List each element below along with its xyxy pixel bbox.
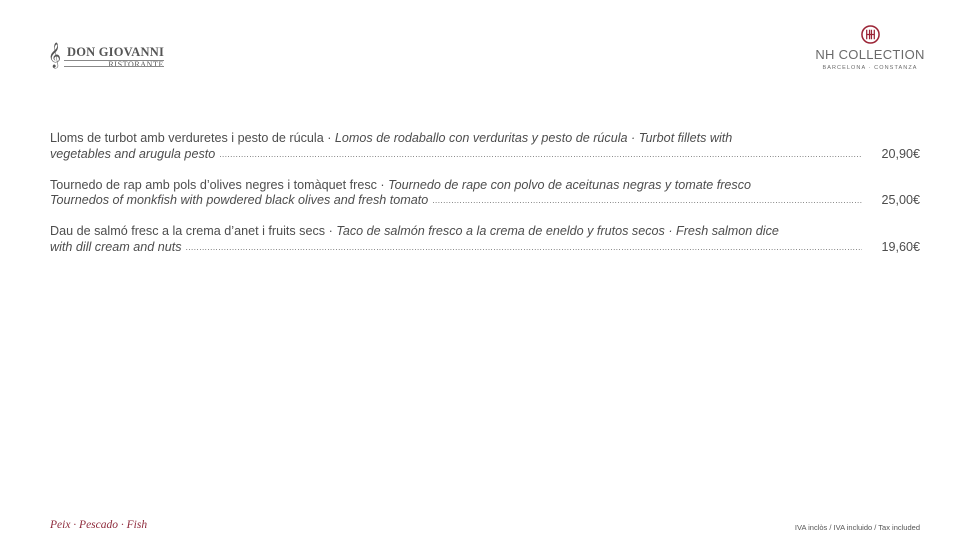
tax-note: IVA inclòs / IVA incluido / Tax included — [794, 523, 920, 532]
treble-clef-icon: 𝄞 — [48, 43, 62, 68]
dish-name-continued: Tournedos of monkfish with powdered blac… — [50, 193, 429, 207]
dot-leader: ........................................… — [219, 149, 862, 159]
dot-leader: ........................................… — [432, 196, 862, 205]
dish-name-translations: Taco de salmón fresco a la crema de enel… — [336, 224, 779, 238]
dish-price: 19,60€ — [881, 239, 920, 254]
nh-brand-name: NH COLLECTION — [815, 47, 925, 62]
dish-name-catalan: Tournedo de rap amb pols d’olives negres… — [50, 177, 389, 192]
menu-list: Lloms de turbot amb verduretes i pesto d… — [50, 131, 920, 271]
logo-divider — [64, 60, 165, 67]
dish-name-continued: vegetables and arugula pesto — [50, 146, 216, 161]
logo-name: DON GIOVANNI — [67, 45, 165, 59]
dish-name-translations: Tournedo de rape con polvo de aceitunas … — [388, 177, 752, 192]
dish-name-catalan: Lloms de turbot amb verduretes i pesto d… — [50, 131, 335, 145]
menu-item: Lloms de turbot amb verduretes i pesto d… — [50, 131, 920, 163]
dish-name-catalan: Dau de salmó fresc a la crema d’anet i f… — [50, 224, 337, 238]
section-title: Peix · Pescado · Fish — [50, 519, 148, 531]
dish-name-translations: Lomos de rodaballo con verduritas y pest… — [334, 131, 733, 145]
nh-collection-logo: NH COLLECTION BARCELONA · CONSTANZA — [815, 25, 925, 71]
don-giovanni-logo: 𝄞 DON GIOVANNI RISTORANTE — [48, 43, 165, 69]
nh-emblem-icon — [860, 25, 880, 44]
dish-price: 25,00€ — [881, 193, 920, 207]
menu-item: Tournedo de rap amb pols d’olives negres… — [50, 178, 920, 210]
nh-location: BARCELONA · CONSTANZA — [822, 65, 918, 71]
menu-item: Dau de salmó fresc a la crema d’anet i f… — [50, 224, 920, 256]
dish-name-continued: with dill cream and nuts — [50, 239, 182, 254]
dot-leader: ........................................… — [185, 242, 862, 252]
dish-price: 20,90€ — [881, 146, 920, 161]
